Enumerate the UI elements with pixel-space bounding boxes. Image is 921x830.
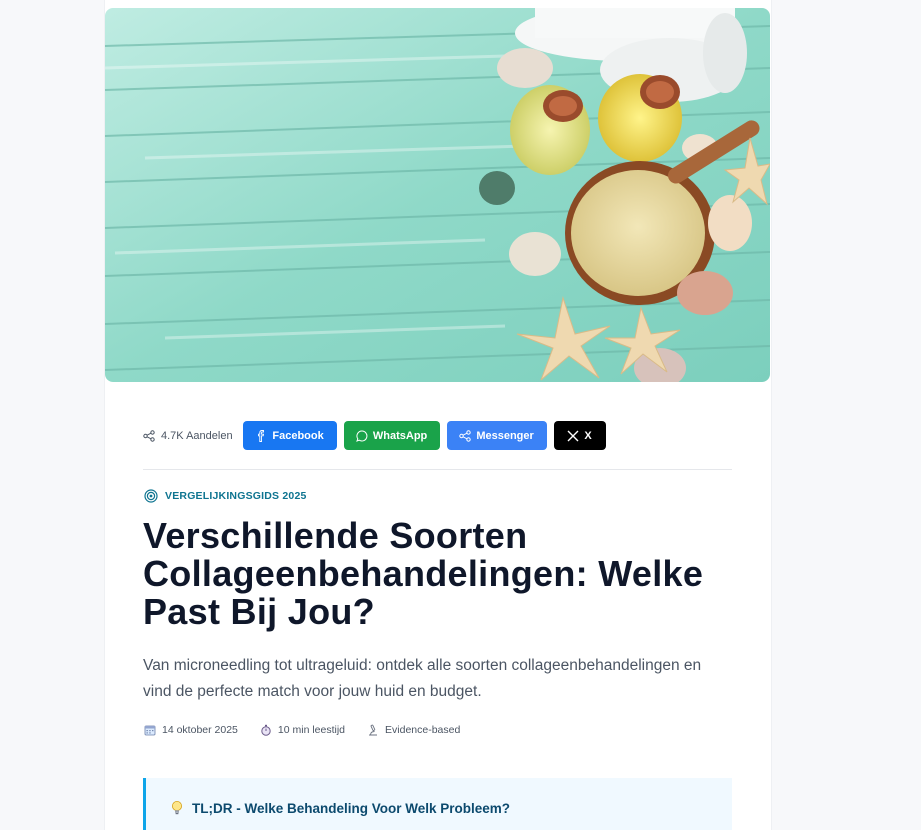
share-icon bbox=[143, 429, 155, 442]
page: 4.7K Aandelen Facebook WhatsApp Messenge… bbox=[0, 0, 921, 830]
meta-reading-time: 10 min leestijd bbox=[260, 724, 345, 736]
article-meta: 14 oktober 2025 10 min leestijd Evidence… bbox=[144, 724, 482, 736]
category-label: VERGELIJKINGSGIDS 2025 bbox=[144, 489, 307, 503]
microscope-icon bbox=[369, 724, 378, 736]
lightbulb-icon bbox=[172, 801, 182, 815]
x-share-label: X bbox=[584, 429, 592, 442]
divider bbox=[143, 469, 732, 470]
page-title: Verschillende Soorten Collageenbehandeli… bbox=[143, 515, 704, 632]
share-count: 4.7K Aandelen bbox=[143, 430, 233, 442]
share-icon bbox=[459, 429, 472, 442]
share-count-label: 4.7K Aandelen bbox=[161, 429, 233, 442]
stopwatch-icon bbox=[261, 724, 271, 736]
meta-date: 14 oktober 2025 bbox=[144, 724, 238, 736]
meta-reading-time-text: 10 min leestijd bbox=[277, 724, 346, 736]
hero-image bbox=[105, 8, 770, 382]
tldr-heading: TL;DR - Welke Behandeling Voor Welk Prob… bbox=[170, 800, 510, 816]
messenger-share-label: Messenger bbox=[476, 429, 534, 442]
tldr-heading-text: TL;DR - Welke Behandeling Voor Welk Prob… bbox=[192, 800, 511, 816]
whatsapp-share-button[interactable]: WhatsApp bbox=[343, 421, 440, 450]
meta-evidence: Evidence-based bbox=[367, 724, 460, 736]
facebook-icon bbox=[258, 429, 265, 442]
facebook-share-button[interactable]: Facebook bbox=[242, 421, 337, 450]
calendar-icon bbox=[144, 725, 156, 736]
x-icon bbox=[567, 430, 579, 441]
meta-date-text: 14 oktober 2025 bbox=[162, 724, 238, 736]
category-text: VERGELIJKINGSGIDS 2025 bbox=[165, 490, 307, 502]
tldr-box: TL;DR - Welke Behandeling Voor Welk Prob… bbox=[143, 778, 732, 830]
whatsapp-icon bbox=[356, 429, 368, 442]
messenger-share-button[interactable]: Messenger bbox=[446, 421, 547, 450]
meta-evidence-text: Evidence-based bbox=[385, 724, 461, 736]
x-share-button[interactable]: X bbox=[553, 421, 606, 450]
whatsapp-share-label: WhatsApp bbox=[372, 429, 428, 442]
share-bar: 4.7K Aandelen Facebook WhatsApp Messenge… bbox=[143, 421, 613, 450]
article-subtitle: Van microneedling tot ultrageluid: ontde… bbox=[143, 657, 702, 700]
facebook-share-label: Facebook bbox=[272, 429, 324, 442]
target-icon bbox=[144, 489, 158, 503]
